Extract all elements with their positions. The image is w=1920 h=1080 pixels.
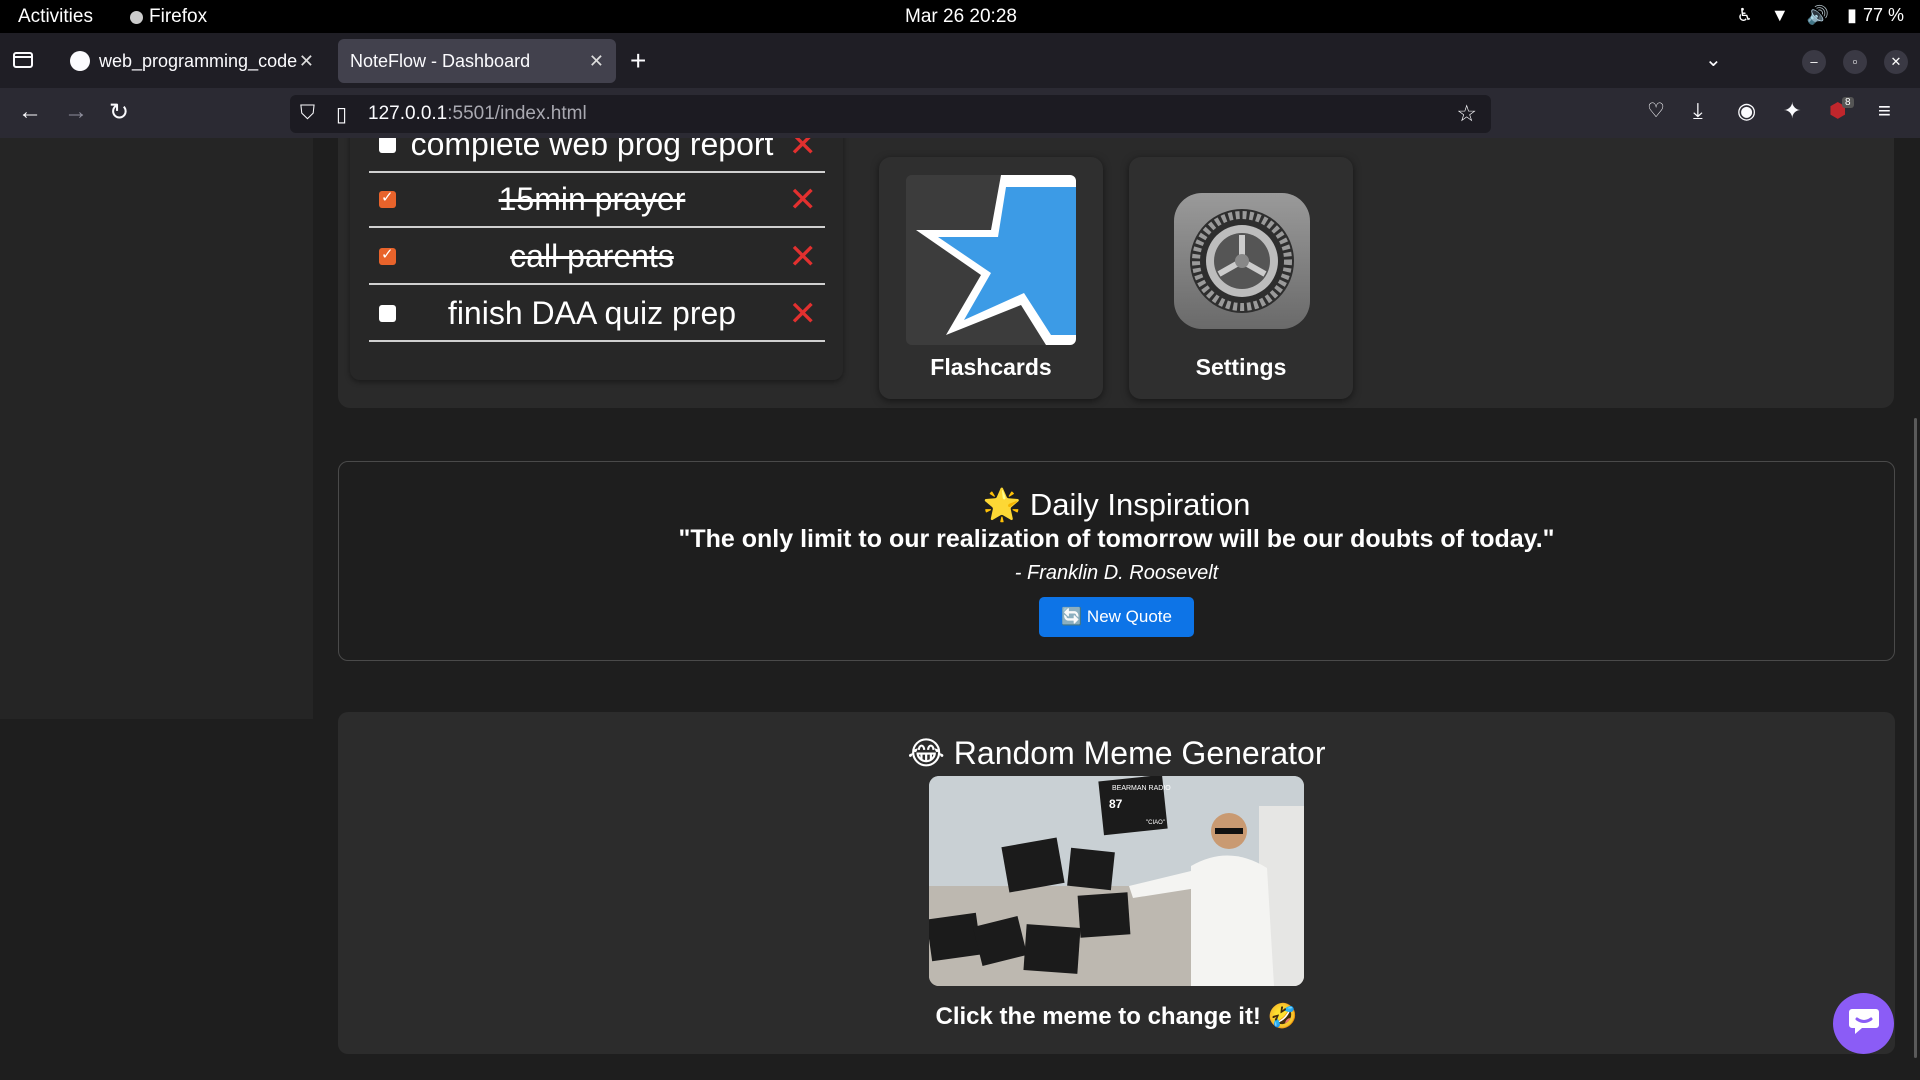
meme-card-tag: "CIAO": [1146, 820, 1165, 826]
todo-checkbox[interactable]: [379, 138, 396, 153]
tab-title: NoteFlow - Dashboard: [350, 50, 531, 71]
meme-title: 😂 Random Meme Generator: [907, 735, 1326, 771]
new-tab-icon[interactable]: +: [630, 45, 646, 77]
tab-title: web_programming_code: [99, 50, 298, 71]
battery-icon[interactable]: ▮: [1847, 5, 1857, 26]
tab-web-programming[interactable]: web_programming_code ✕: [58, 39, 326, 83]
bookmark-star-icon[interactable]: ☆: [1456, 100, 1477, 127]
inspiration-title: 🌟 Daily Inspiration: [982, 487, 1251, 522]
meme-card-text: BEARMAN RADIO: [1112, 785, 1171, 792]
todo-item: 15min prayer ✕: [369, 172, 825, 228]
restore-icon[interactable]: ▫: [1843, 50, 1867, 74]
tracking-shield-icon[interactable]: ⛉: [300, 102, 315, 125]
system-top-bar: Activities Firefox Mar 26 20:28 ♿ ▼ 🔊 ▮ …: [0, 0, 1920, 33]
minimize-icon[interactable]: –: [1802, 50, 1826, 74]
delete-icon[interactable]: ✕: [789, 180, 818, 220]
page-info-icon[interactable]: ▯: [336, 102, 347, 127]
url-text[interactable]: 127.0.0.1:5501/index.html: [368, 103, 587, 125]
todo-checkbox[interactable]: [379, 188, 396, 208]
navigation-bar: ← → ↻ ⛉ ▯ 127.0.0.1:5501/index.html ☆ ♡ …: [0, 88, 1920, 138]
todo-text: call parents: [510, 237, 674, 274]
chat-button[interactable]: [1833, 993, 1894, 1054]
url-host: 127.0.0.1: [368, 103, 448, 124]
todo-item: call parents ✕: [369, 229, 825, 285]
downloads-icon[interactable]: ⤓: [1693, 98, 1703, 124]
battery-percent: 77 %: [1862, 5, 1904, 25]
todo-text: finish DAA quiz prep: [447, 294, 737, 331]
settings-label: Settings: [1195, 354, 1287, 380]
menu-icon[interactable]: ≡: [1878, 98, 1891, 124]
url-bar[interactable]: ⛉ ▯ 127.0.0.1:5501/index.html ☆: [290, 95, 1491, 133]
daily-inspiration-card: 🌟 Daily Inspiration "The only limit to o…: [338, 461, 1895, 661]
activities-button[interactable]: Activities: [18, 6, 93, 28]
todo-item: finish DAA quiz prep ✕: [369, 286, 825, 342]
back-icon[interactable]: ←: [18, 98, 42, 126]
app-menu[interactable]: Firefox: [130, 6, 207, 28]
meme-card-number: 87: [1109, 797, 1123, 811]
flashcards-label: Flashcards: [930, 354, 1052, 380]
settings-gear-icon: [1174, 193, 1310, 329]
meme-hint: Click the meme to change it! 🤣: [935, 1003, 1298, 1030]
account-icon[interactable]: ◉: [1737, 98, 1756, 124]
delete-icon[interactable]: ✕: [789, 237, 818, 277]
delete-icon[interactable]: ✕: [789, 138, 818, 165]
reload-icon[interactable]: ↻: [109, 98, 129, 127]
tab-noteflow-dashboard[interactable]: NoteFlow - Dashboard ✕: [338, 39, 616, 83]
settings-tile[interactable]: Settings: [1129, 157, 1353, 399]
app-name: Firefox: [149, 6, 208, 27]
extensions-icon[interactable]: ✦: [1783, 98, 1801, 124]
new-quote-button[interactable]: 🔄 New Quote: [1039, 597, 1194, 637]
tab-strip: web_programming_code ✕ NoteFlow - Dashbo…: [0, 33, 1920, 88]
extension-badge: 8: [1842, 97, 1854, 108]
url-path: :5501/index.html: [447, 103, 587, 124]
close-tab-icon[interactable]: ✕: [589, 51, 604, 72]
volume-icon[interactable]: 🔊: [1807, 5, 1829, 26]
page-viewport: complete web prog report ✕ 15min prayer …: [0, 138, 1920, 1080]
chat-bubble-icon: [1848, 1007, 1880, 1040]
meme-generator-card: 😂 Random Meme Generator BEARMAN RADIO 87…: [338, 712, 1895, 1054]
page-scrollbar[interactable]: [1912, 138, 1920, 1080]
quote-text: "The only limit to our realization of to…: [678, 525, 1555, 553]
todo-checkbox[interactable]: [379, 305, 396, 322]
pocket-icon[interactable]: ♡: [1647, 98, 1665, 123]
quote-author: - Franklin D. Roosevelt: [1014, 562, 1219, 584]
meme-card: BEARMAN RADIO 87 "CIAO": [1098, 776, 1171, 836]
todo-item: complete web prog report ✕: [369, 138, 825, 173]
firefox-icon: [130, 10, 143, 24]
clock[interactable]: Mar 26 20:28: [905, 6, 1017, 28]
scrollbar-thumb[interactable]: [1914, 418, 1917, 1058]
delete-icon[interactable]: ✕: [789, 294, 818, 334]
system-tray[interactable]: ♿ ▼ 🔊 ▮ 77 %: [1737, 5, 1904, 26]
todo-text: 15min prayer: [498, 180, 686, 217]
tabs-dropdown-icon[interactable]: ⌄: [1705, 47, 1722, 72]
accessibility-icon[interactable]: ♿: [1737, 5, 1753, 26]
todo-text: complete web prog report: [410, 138, 774, 162]
wifi-icon[interactable]: ▼: [1771, 5, 1789, 26]
github-icon: [70, 51, 90, 71]
close-window-icon[interactable]: ✕: [1884, 50, 1908, 74]
sidebar: [0, 138, 313, 719]
flashcards-star-icon: [906, 175, 1076, 345]
meme-image[interactable]: BEARMAN RADIO 87 "CIAO": [929, 776, 1304, 986]
close-tab-icon[interactable]: ✕: [299, 51, 314, 72]
todo-checkbox[interactable]: [379, 245, 396, 265]
list-all-tabs-icon[interactable]: [12, 48, 37, 73]
flashcards-tile[interactable]: Flashcards: [879, 157, 1103, 399]
forward-icon[interactable]: →: [64, 98, 88, 126]
